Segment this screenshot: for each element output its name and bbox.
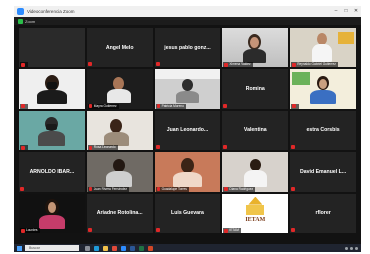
participant-name: Juan Rivera Fernández: [93, 186, 127, 191]
mic-muted-icon: [87, 228, 92, 232]
mic-muted-icon: [88, 187, 93, 192]
mic-muted-icon: [88, 145, 93, 150]
mic-muted-icon: [224, 187, 228, 192]
zoom-window: Videoconferencia Zoom – □ ✕ Zoom Angel M…: [14, 6, 361, 252]
mic-muted-icon: [223, 103, 228, 108]
ietam-logo-text: IETAM: [245, 216, 266, 223]
mic-muted-icon: [155, 228, 160, 232]
gallery-grid: Angel Melo jesus pablo gonz... Ximena Va…: [19, 28, 356, 233]
mic-muted-icon: [21, 62, 25, 67]
participant-name: Lourdes: [26, 228, 38, 232]
participant-name: Juan Leonardo...: [166, 127, 209, 134]
participant-name: rflorer: [315, 210, 331, 217]
folder-icon[interactable]: [103, 245, 108, 251]
mic-muted-icon: [224, 228, 228, 233]
participant-name: Diana Rodriguez: [229, 186, 254, 191]
mic-muted-icon: [88, 104, 93, 109]
participant-tile[interactable]: Guadalupe Torres: [154, 152, 221, 192]
participant-name: Rosa Leonardo: [93, 145, 116, 150]
mic-muted-icon: [155, 145, 160, 150]
mic-muted-icon: [21, 228, 25, 233]
taskbar-search-input[interactable]: Buscar: [25, 245, 79, 251]
edge-icon[interactable]: [94, 245, 99, 251]
participant-tile[interactable]: jesus pablo gonz...: [154, 28, 221, 68]
system-tray[interactable]: [345, 246, 358, 250]
participant-name: Romina: [245, 86, 265, 93]
mic-muted-icon: [224, 62, 228, 67]
mic-muted-icon: [155, 62, 160, 67]
windows-taskbar: Buscar: [14, 244, 361, 252]
volume-icon: [350, 246, 353, 250]
participant-tile[interactable]: Lourdes: [19, 193, 85, 233]
clock-icon: [355, 246, 358, 250]
mic-muted-icon: [291, 145, 296, 150]
participant-name: David Emanuel L...: [300, 168, 347, 175]
mic-muted-icon: [292, 62, 296, 67]
participant-tile[interactable]: Juan Leonardo...: [154, 110, 221, 151]
participant-tile[interactable]: [19, 110, 85, 151]
participant-name: Mayra Gutierrez: [93, 103, 117, 108]
participant-name: IETAM: [229, 228, 239, 232]
participant-name: Guadalupe Torres: [161, 186, 187, 191]
meeting-label: Zoom: [25, 18, 36, 24]
mic-muted-icon: [87, 62, 92, 67]
participant-tile[interactable]: Rosa Leonardo: [86, 110, 153, 151]
title-bar: Videoconferencia Zoom – □ ✕: [14, 6, 361, 17]
powerpoint-icon[interactable]: [148, 245, 153, 251]
mic-muted-icon: [21, 104, 25, 109]
participant-name: Angel Melo: [105, 44, 134, 51]
word-icon[interactable]: [130, 245, 135, 251]
maximize-button[interactable]: □: [341, 6, 351, 17]
task-view-icon[interactable]: [85, 245, 90, 251]
mic-muted-icon: [291, 228, 296, 232]
participant-tile[interactable]: [19, 69, 85, 109]
excel-icon[interactable]: [139, 245, 144, 251]
window-title: Videoconferencia Zoom: [27, 9, 75, 14]
mic-muted-icon: [156, 104, 161, 109]
zoom-icon: [17, 8, 24, 15]
close-button[interactable]: ✕: [351, 6, 361, 17]
participant-tile[interactable]: Patricia Moreno: [154, 69, 221, 109]
participant-name: Ximena Valdez: [229, 62, 251, 67]
participant-tile[interactable]: rflorer: [290, 193, 356, 233]
participant-tile[interactable]: Juan Rivera Fernández: [86, 152, 153, 192]
participant-name: Ariadne Rotolina...: [96, 210, 143, 217]
chrome-icon[interactable]: [112, 245, 117, 251]
shield-icon[interactable]: [18, 18, 23, 24]
zoom-taskbar-icon[interactable]: [121, 245, 126, 251]
participant-tile[interactable]: Diana Rodriguez: [222, 152, 289, 192]
participant-tile[interactable]: Valentina: [222, 110, 289, 151]
participant-tile[interactable]: Ariadne Rotolina...: [86, 193, 153, 233]
participant-tile[interactable]: Mayra Gutierrez: [86, 69, 153, 109]
participant-tile[interactable]: estra Corsbis: [290, 110, 356, 151]
mic-muted-icon: [156, 187, 161, 192]
participant-name: estra Corsbis: [306, 127, 340, 134]
participant-tile[interactable]: Luis Guevara: [154, 193, 221, 233]
participant-tile[interactable]: Romina: [222, 69, 289, 109]
participant-tile[interactable]: IETAM IETAM: [222, 193, 289, 233]
participant-name: Valentina: [243, 127, 267, 134]
participant-name: Patricia Moreno: [161, 103, 184, 108]
mic-muted-icon: [20, 186, 24, 191]
participant-tile-active-speaker[interactable]: [290, 69, 356, 109]
participant-tile[interactable]: Angel Melo: [86, 28, 153, 68]
participant-tile[interactable]: ARNOLDO IBAR...: [19, 152, 85, 192]
participant-tile[interactable]: Ximena Valdez: [222, 28, 289, 68]
participant-name: ARNOLDO IBAR...: [29, 168, 75, 175]
meeting-info-bar: Zoom: [14, 17, 361, 25]
mic-muted-icon: [21, 145, 25, 150]
participant-tile[interactable]: Reynaldo Gabriel Gutierrez: [290, 28, 356, 68]
mic-muted-icon: [291, 186, 296, 191]
mic-muted-icon: [223, 145, 228, 150]
windows-start-icon[interactable]: [17, 245, 22, 251]
network-icon: [345, 246, 348, 250]
mic-muted-icon: [292, 104, 296, 109]
participant-tile[interactable]: David Emanuel L...: [290, 152, 356, 192]
participant-name: jesus pablo gonz...: [164, 44, 211, 51]
participant-name: Reynaldo Gabriel Gutierrez: [297, 62, 336, 67]
participant-name: Luis Guevara: [171, 210, 204, 217]
minimize-button[interactable]: –: [331, 6, 341, 17]
participant-tile[interactable]: [19, 28, 85, 68]
